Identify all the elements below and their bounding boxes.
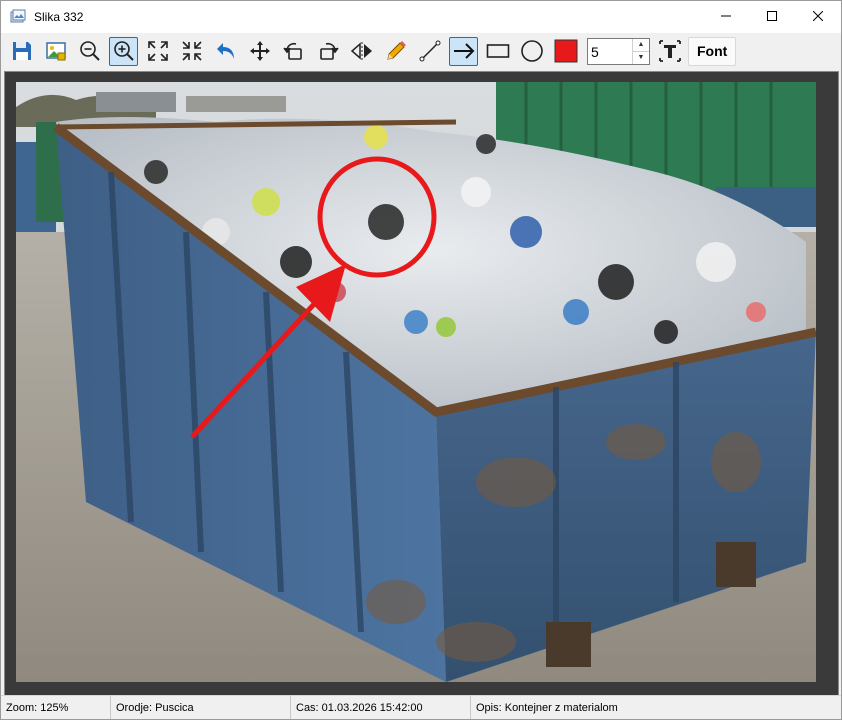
rotate-right-icon xyxy=(319,42,339,60)
move-button[interactable] xyxy=(245,37,274,66)
actual-size-button[interactable] xyxy=(177,37,206,66)
toolbar: 5 ▲ ▼ Font xyxy=(1,33,841,69)
minimize-icon xyxy=(721,15,731,17)
move-icon xyxy=(249,41,270,61)
zoom-out-icon xyxy=(79,41,100,61)
insert-image-button[interactable] xyxy=(41,37,70,66)
spin-down-icon[interactable]: ▼ xyxy=(633,50,649,64)
undo-icon xyxy=(216,43,234,59)
rotate-left-icon xyxy=(282,42,302,60)
close-icon xyxy=(813,11,823,21)
rectangle-button[interactable] xyxy=(483,37,512,66)
minimize-button[interactable] xyxy=(703,1,749,31)
pencil-button[interactable] xyxy=(381,37,410,66)
pencil-icon xyxy=(386,41,406,60)
rotate-right-button[interactable] xyxy=(313,37,342,66)
zoom-in-icon xyxy=(113,41,134,61)
window-title: Slika 332 xyxy=(34,10,84,24)
zoom-in-button[interactable] xyxy=(109,36,138,66)
close-button[interactable] xyxy=(795,1,841,31)
actual-size-icon xyxy=(181,41,202,61)
status-tool: Orodje: Puscica xyxy=(111,696,291,719)
spin-up-icon[interactable]: ▲ xyxy=(633,39,649,51)
rectangle-icon xyxy=(486,44,509,58)
app-window: Slika 332 5 ▲ ▼ Font Zoom: 125% Orodje: … xyxy=(0,0,842,720)
maximize-icon xyxy=(767,11,777,21)
title-bar[interactable]: Slika 332 xyxy=(1,1,841,33)
rotate-left-button[interactable] xyxy=(279,37,308,66)
text-tool-button[interactable] xyxy=(655,37,684,66)
status-description: Opis: Kontejner z materialom xyxy=(476,701,618,714)
font-button[interactable]: Font xyxy=(688,36,737,66)
status-bar: Zoom: 125% Orodje: Puscica Cas: 01.03.20… xyxy=(1,695,841,719)
photo xyxy=(16,82,816,682)
photo-content xyxy=(16,82,816,682)
line-button[interactable] xyxy=(415,37,444,66)
maximize-button[interactable] xyxy=(749,1,795,31)
flip-icon xyxy=(350,42,372,60)
status-time: Cas: 01.03.2026 15:42:00 xyxy=(291,696,471,719)
fit-window-icon xyxy=(147,41,168,61)
save-button[interactable] xyxy=(7,37,36,66)
fit-window-button[interactable] xyxy=(143,37,172,66)
color-button[interactable] xyxy=(551,37,580,66)
stroke-width-stepper[interactable]: 5 ▲ ▼ xyxy=(587,37,650,65)
image-icon xyxy=(45,42,66,61)
arrow-icon xyxy=(453,43,474,59)
save-icon xyxy=(12,42,31,60)
ellipse-button[interactable] xyxy=(517,37,546,66)
line-icon xyxy=(419,40,440,62)
ellipse-icon xyxy=(520,40,543,62)
undo-button[interactable] xyxy=(211,37,240,66)
stroke-width-value[interactable]: 5 xyxy=(588,39,632,64)
flip-button[interactable] xyxy=(347,37,376,66)
image-canvas[interactable] xyxy=(4,71,839,696)
status-zoom: Zoom: 125% xyxy=(1,696,111,719)
text-icon xyxy=(658,40,681,62)
zoom-out-button[interactable] xyxy=(75,37,104,66)
app-icon xyxy=(10,9,26,23)
arrow-button[interactable] xyxy=(449,36,478,66)
color-icon xyxy=(554,39,577,63)
